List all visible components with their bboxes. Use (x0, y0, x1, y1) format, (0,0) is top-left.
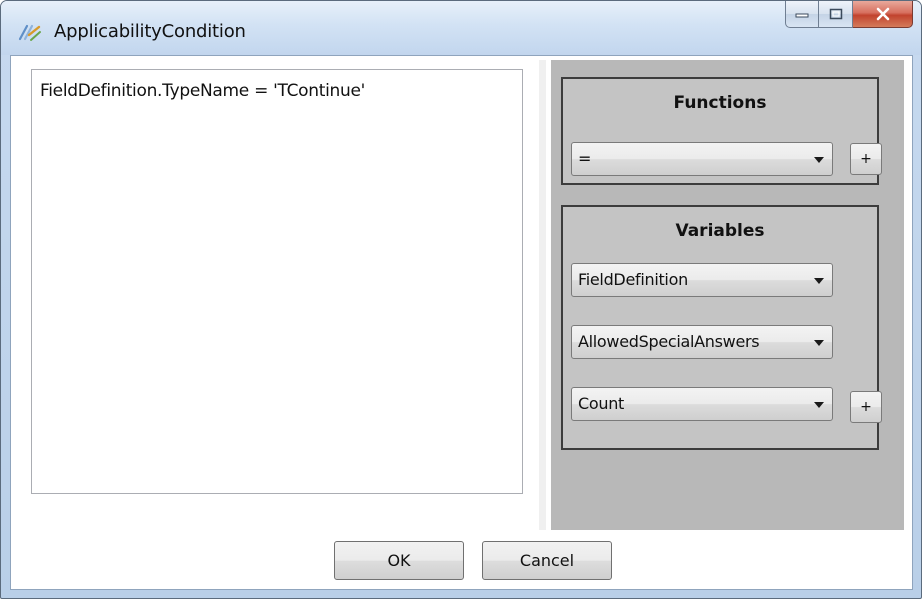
formula-icon (17, 21, 43, 43)
chevron-down-icon (814, 340, 824, 346)
minimize-button[interactable] (785, 1, 819, 28)
panel-splitter[interactable] (539, 60, 546, 530)
close-button[interactable] (853, 1, 913, 28)
variable-select-1-value: FieldDefinition (578, 270, 688, 289)
title-bar[interactable]: ApplicabilityCondition (1, 1, 921, 55)
function-select-value: = (578, 149, 592, 168)
chevron-down-icon (814, 157, 824, 163)
add-function-button[interactable]: + (850, 143, 882, 175)
add-variable-button[interactable]: + (850, 391, 882, 423)
functions-title: Functions (673, 93, 767, 113)
variable-select-3-value: Count (578, 394, 625, 413)
maximize-button[interactable] (819, 1, 853, 28)
chevron-down-icon (814, 402, 824, 408)
chevron-down-icon (814, 278, 824, 284)
function-select[interactable]: = (571, 142, 833, 176)
close-icon (876, 7, 889, 21)
caption-buttons (785, 1, 913, 32)
variable-select-2-value: AllowedSpecialAnswers (578, 332, 760, 351)
variable-select-2[interactable]: AllowedSpecialAnswers (571, 325, 833, 359)
ok-button[interactable]: OK (334, 541, 464, 580)
condition-editor[interactable]: FieldDefinition.TypeName = 'TContinue' (31, 69, 523, 494)
variable-select-1[interactable]: FieldDefinition (571, 263, 833, 297)
cancel-button[interactable]: Cancel (482, 541, 612, 580)
dialog-window: ApplicabilityCondition FieldDefinition.T… (0, 0, 922, 599)
variables-group: Variables FieldDefinition AllowedSpecial… (561, 205, 882, 450)
minimize-icon (795, 13, 809, 18)
variables-title: Variables (675, 221, 765, 241)
maximize-icon (829, 8, 842, 20)
window-title: ApplicabilityCondition (54, 21, 246, 42)
functions-group: Functions = + (561, 77, 882, 185)
variable-select-3[interactable]: Count (571, 387, 833, 421)
dialog-content: FieldDefinition.TypeName = 'TContinue' F… (10, 55, 913, 590)
builder-panel: Functions = + Variables FieldDefinition … (551, 60, 904, 530)
